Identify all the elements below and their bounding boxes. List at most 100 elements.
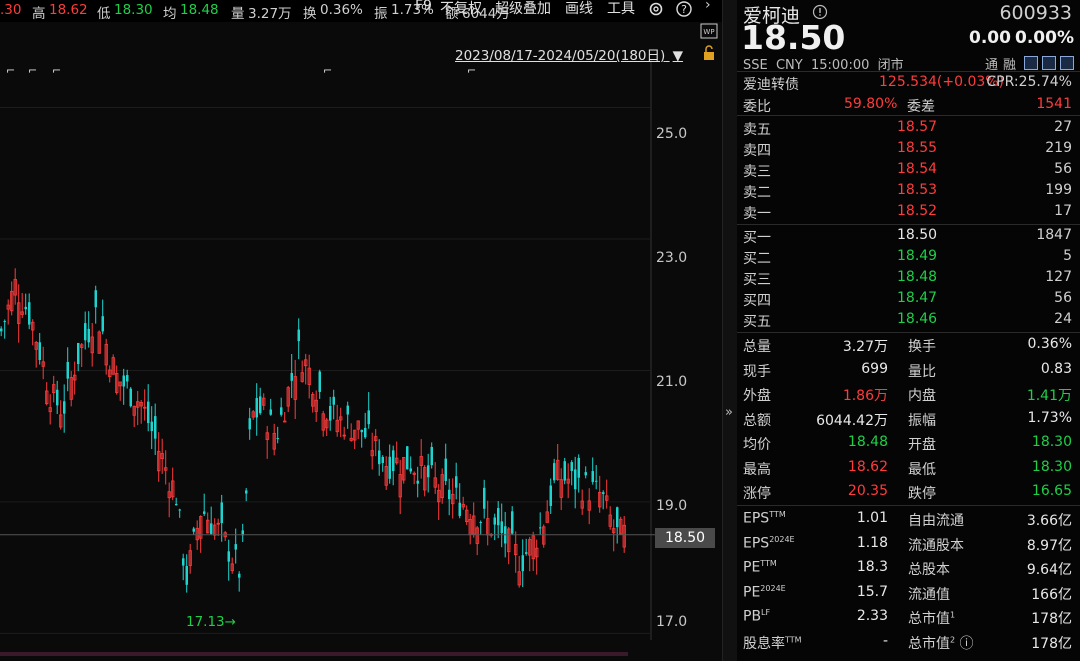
stat-label-right: 开盘 <box>908 437 936 453</box>
candle <box>17 284 21 343</box>
candle <box>539 512 542 536</box>
candle <box>342 426 346 440</box>
high-value: 18.62 <box>49 2 88 18</box>
candle <box>203 493 206 516</box>
candle <box>553 458 556 484</box>
ask-volume: 27 <box>1054 119 1072 135</box>
fundamental-label-right: 总股本 <box>908 562 950 578</box>
candle <box>69 371 73 407</box>
stat-row: 总额 6044.42万 振幅 1.73% <box>737 408 1080 430</box>
stat-value-left: 18.62 <box>847 458 888 475</box>
fundamental-value-right: 178亿 <box>1031 635 1072 652</box>
candle <box>248 407 251 440</box>
candle <box>332 389 335 420</box>
candle <box>139 400 143 424</box>
wp-icon[interactable]: WP <box>700 22 718 40</box>
date-range-selector[interactable]: 2023/08/17-2024/05/20(180日) ▼ <box>455 44 683 64</box>
stat-label-right: 内盘 <box>908 388 936 404</box>
candle <box>511 506 514 535</box>
candle <box>28 293 31 330</box>
double-chevron-right-icon[interactable]: » <box>725 405 733 420</box>
kline-chart-area[interactable]: ⌐ ⌐ ⌐ ⌐ ⌐ .30 高 18.62 低 18.30 均 18.48 量 3.27… <box>0 0 722 661</box>
candle <box>304 353 308 385</box>
candle <box>605 479 609 509</box>
quote-panel: 爱柯迪 600933 18.50 0.00 0.00% SSE CNY 15:0… <box>737 0 1080 661</box>
candle <box>507 527 511 565</box>
candlestick-chart[interactable]: ⌐ ⌐ ⌐ ⌐ ⌐ <box>0 0 722 661</box>
event-flag-icon[interactable]: ⌐ <box>52 64 61 77</box>
avg-label: 均 <box>163 6 177 22</box>
candle <box>118 381 122 401</box>
window-icon[interactable] <box>1042 56 1056 70</box>
stat-label-left: 最高 <box>743 461 771 478</box>
candle <box>329 396 332 431</box>
candle <box>13 268 17 305</box>
candle <box>318 369 321 399</box>
candle <box>378 439 381 476</box>
candle <box>612 519 616 552</box>
draw-line-button[interactable]: 画线 <box>565 0 593 18</box>
candle <box>234 528 237 564</box>
volume-strip <box>0 652 628 656</box>
stat-value-left: 6044.42万 <box>816 412 888 429</box>
candle <box>433 462 437 494</box>
stat-value-right: 0.83 <box>1040 360 1072 377</box>
info-icon[interactable]: ⓘ <box>955 636 974 652</box>
super-overlay-button[interactable]: 超级叠加 <box>495 0 551 18</box>
help-icon[interactable]: ? <box>675 0 693 18</box>
fundamental-label: EPSTTM <box>743 510 786 527</box>
candle <box>300 360 304 383</box>
fundamental-value-right: 178亿 <box>1031 611 1072 627</box>
convertible-bond-row[interactable]: 爱迪转债 125.534(+0.03%) CPR:25.74% <box>737 72 1080 94</box>
fundamental-value: 1.01 <box>856 510 888 526</box>
candle <box>409 456 412 474</box>
event-flag-icon[interactable]: ⌐ <box>467 64 476 77</box>
bid-volume: 1847 <box>1036 227 1072 243</box>
plus-icon[interactable] <box>1060 56 1074 70</box>
lock-icon[interactable] <box>700 44 718 62</box>
tools-button[interactable]: 工具 <box>607 0 635 18</box>
bid-volume: 5 <box>1063 248 1072 264</box>
fundamental-label-suffix: TTM <box>785 634 802 644</box>
event-flag-icon[interactable]: ⌐ <box>323 64 332 77</box>
no-adjust-button[interactable]: 不复权 <box>440 0 482 18</box>
stat-label-left: 现手 <box>743 363 771 380</box>
event-flag-icon[interactable]: ⌐ <box>6 64 15 77</box>
low-value: 18.30 <box>114 2 153 18</box>
candle <box>167 482 171 518</box>
edit-icon[interactable] <box>1024 56 1038 70</box>
candle <box>188 543 192 574</box>
stat-row: 涨停 20.35 跌停 16.65 <box>737 481 1080 503</box>
chevron-right-icon[interactable]: › <box>705 0 711 13</box>
ask-row: 卖四 18.55 219 <box>737 138 1080 160</box>
f9-button[interactable]: F9 <box>415 0 432 14</box>
candle <box>311 392 315 413</box>
candle <box>528 536 532 572</box>
gear-icon[interactable] <box>647 0 665 18</box>
stat-label-left: 均价 <box>743 437 771 453</box>
candle <box>392 445 395 486</box>
candle <box>440 468 444 504</box>
ask-price: 18.53 <box>897 182 938 198</box>
fundamental-value: 2.33 <box>856 608 888 624</box>
panel-toggle-handle[interactable]: » <box>722 0 737 661</box>
candle <box>584 466 587 479</box>
bid-label: 买一 <box>743 230 771 246</box>
candle <box>339 407 343 438</box>
candle <box>598 475 602 513</box>
ask-volume: 199 <box>1045 182 1072 198</box>
commission-diff-value: 1541 <box>1036 96 1072 112</box>
prev-close-partial: .30 <box>0 2 22 18</box>
fundamental-row: PBLF 2.33 总市值1 178亿 <box>737 606 1080 628</box>
candle <box>514 531 518 573</box>
candle <box>483 479 486 519</box>
candle <box>178 508 181 518</box>
candle <box>223 531 227 541</box>
stat-label-right: 振幅 <box>908 412 936 429</box>
fundamental-label-right-suffix: 1 <box>950 610 956 620</box>
event-flag-icon[interactable]: ⌐ <box>28 64 37 77</box>
candle <box>241 523 244 543</box>
stat-label-right: 跌停 <box>908 486 936 502</box>
candle <box>280 397 283 417</box>
ask-row: 卖五 18.57 27 <box>737 117 1080 139</box>
